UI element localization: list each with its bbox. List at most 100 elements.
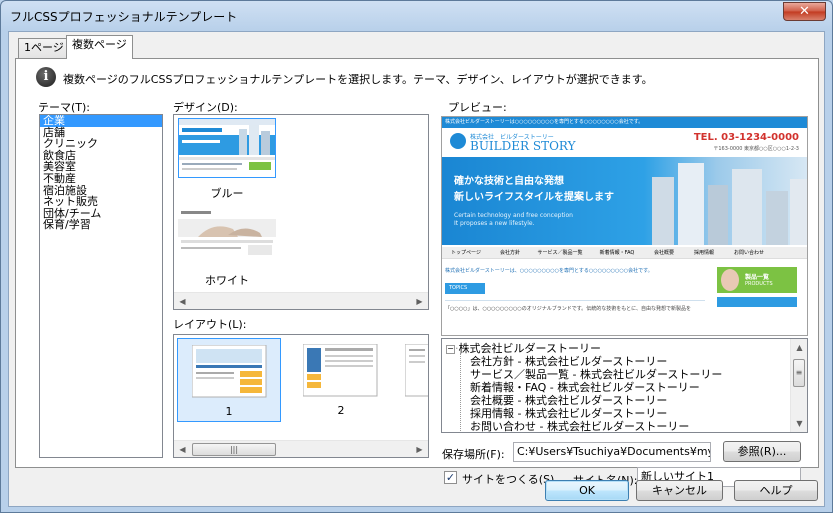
layout-label-2: 2 <box>337 404 345 417</box>
close-button[interactable]: ✕ <box>783 2 826 21</box>
tree-item-label: 採用情報 - 株式会社ビルダーストーリー <box>470 407 668 420</box>
design-item-blue[interactable]: ブルー <box>178 118 276 202</box>
page-tree[interactable]: −·株式会社ビルダーストーリー 会社方針 - 株式会社ビルダーストーリー サービ… <box>441 338 808 433</box>
layout-label: レイアウト(L): <box>173 318 247 331</box>
design-white-image <box>178 207 276 265</box>
tree-item[interactable]: 会社方針 - 株式会社ビルダーストーリー <box>446 355 786 368</box>
tree-root-label: 株式会社ビルダーストーリー <box>458 342 601 355</box>
layout-item-2[interactable]: 2 <box>289 338 393 422</box>
preview-nav-item: 採用情報 <box>693 250 714 256</box>
create-site-checkbox[interactable]: ✓ <box>444 471 457 484</box>
scroll-thumb[interactable]: ||| <box>192 443 276 456</box>
tree-item-label: サービス／製品一覧 - 株式会社ビルダーストーリー <box>470 368 723 381</box>
design-blue-image <box>179 119 275 170</box>
scroll-right-icon[interactable]: ▶ <box>411 293 428 309</box>
theme-label: テーマ(T): <box>38 101 91 114</box>
tree-item[interactable]: サービス／製品一覧 - 株式会社ビルダーストーリー <box>446 368 786 381</box>
tree-item[interactable]: 採用情報 - 株式会社ビルダーストーリー <box>446 407 786 420</box>
preview-side-banner-label: 製品一覧 <box>745 274 770 281</box>
theme-item[interactable]: ネット販売 <box>40 196 162 208</box>
theme-item[interactable]: 保育/学習 <box>40 219 162 231</box>
preview-nav-item: 新着情報・FAQ <box>599 250 635 256</box>
design-hscrollbar[interactable]: ◀ ▶ <box>174 292 428 309</box>
theme-item[interactable]: 不動産 <box>40 173 162 185</box>
layout-3-image <box>405 344 428 397</box>
design-thumbnail <box>178 207 276 265</box>
preview-nav-item: 会社概要 <box>653 250 674 256</box>
tree-item[interactable]: 会社概要 - 株式会社ビルダーストーリー <box>446 394 786 407</box>
preview-side-banner: 製品一覧 PRODUCTS <box>717 267 797 293</box>
theme-listbox[interactable]: 企業 店舗 クリニック 飲食店 美容室 不動産 宿泊施設 ネット販売 団体/チー… <box>39 114 163 458</box>
layout-1-image <box>192 345 267 398</box>
theme-item[interactable]: 企業 <box>40 115 162 127</box>
preview-person-icon <box>721 269 739 291</box>
scroll-up-icon[interactable]: ▲ <box>791 339 807 356</box>
window-title: フルCSSプロフェッショナルテンプレート <box>10 10 238 24</box>
layout-label-1: 1 <box>225 405 233 418</box>
design-thumbnail <box>178 118 276 178</box>
design-listbox[interactable]: ブルー ホワイト ◀ ▶ <box>173 114 429 310</box>
scroll-right-icon[interactable]: ▶ <box>411 441 428 457</box>
tree-item-label: 会社概要 - 株式会社ビルダーストーリー <box>470 394 668 407</box>
layout-hscrollbar[interactable]: ◀ ||| ▶ <box>174 440 428 457</box>
scroll-left-icon[interactable]: ◀ <box>174 441 191 457</box>
dialog-window: フルCSSプロフェッショナルテンプレート ✕ 1ページ 複数ページ i 複数ペー… <box>0 0 833 513</box>
ok-button[interactable]: OK <box>545 480 629 501</box>
info-text: 複数ページのフルCSSプロフェッショナルテンプレートを選択します。テーマ、デザイ… <box>63 73 653 86</box>
preview-top-strip: 株式会社ビルダーストーリーは○○○○○○○○○を専門とする○○○○○○○○会社で… <box>442 117 807 128</box>
preview-tel: TEL. 03-1234-0000 <box>693 132 799 143</box>
preview-divider <box>445 300 705 301</box>
tree-item[interactable]: 新着情報・FAQ - 株式会社ビルダーストーリー <box>446 381 786 394</box>
preview-address: 〒163-0000 東京都○○区○○○1-2-3 <box>713 146 799 152</box>
preview-intro: 株式会社ビルダーストーリーは、○○○○○○○○○を専門とする○○○○○○○○○会… <box>445 268 653 274</box>
design-label-white: ホワイト <box>205 274 249 287</box>
preview-image: 株式会社ビルダーストーリーは○○○○○○○○○を専門とする○○○○○○○○会社で… <box>441 116 808 336</box>
cancel-button[interactable]: キャンセル <box>636 480 723 501</box>
tree-root[interactable]: −·株式会社ビルダーストーリー <box>446 342 786 355</box>
layout-2-image <box>303 344 378 397</box>
design-label: デザイン(D): <box>173 101 238 114</box>
design-item-white[interactable]: ホワイト <box>178 207 276 291</box>
preview-nav-item: トップページ <box>451 250 481 256</box>
tree-item[interactable]: お問い合わせ - 株式会社ビルダーストーリー <box>446 420 786 433</box>
tree-item-label: 会社方針 - 株式会社ビルダーストーリー <box>470 355 668 368</box>
tree-vscrollbar[interactable]: ▲ ≡ ▼ <box>790 339 807 432</box>
preview-topics: TOPICS <box>445 283 485 294</box>
preview-nav-item: サービス／製品一覧 <box>537 250 583 256</box>
preview-buildings <box>652 163 807 245</box>
page-tree-content: −·株式会社ビルダーストーリー 会社方針 - 株式会社ビルダーストーリー サービ… <box>446 342 786 433</box>
preview-hero-en2: It proposes a new lifestyle. <box>454 220 535 227</box>
create-site-label[interactable]: サイトをつくる(S) <box>462 471 554 487</box>
layout-listbox[interactable]: 1 2 ◀ ||| ▶ <box>173 334 429 458</box>
preview-body-text: 「○○○○」は、○○○○○○○○○のオリジナルブランドです。伝統的な技術をもとに… <box>445 306 691 312</box>
browse-button[interactable]: 参照(R)... <box>723 441 801 462</box>
preview-label: プレビュー: <box>448 101 507 114</box>
save-location-input[interactable]: C:¥Users¥Tsuchiya¥Documents¥mysite <box>513 442 711 462</box>
preview-side-banner-en: PRODUCTS <box>745 281 773 287</box>
layout-item-1[interactable]: 1 <box>177 338 281 422</box>
preview-nav: トップページ 会社方針 サービス／製品一覧 新着情報・FAQ 会社概要 採用情報 お問い合わ… <box>442 247 807 259</box>
dialog-client: 1ページ 複数ページ i 複数ページのフルCSSプロフェッショナルテンプレートを… <box>8 31 825 507</box>
info-icon: i <box>36 67 56 87</box>
help-button[interactable]: ヘルプ <box>734 480 818 501</box>
layout-item-3[interactable] <box>401 338 428 422</box>
preview-hero: 確かな技術と自由な発想 新しいライフスタイルを提案します Certain tec… <box>442 157 807 245</box>
design-label-blue: ブルー <box>210 187 244 200</box>
tree-item-label: お問い合わせ - 株式会社ビルダーストーリー <box>470 420 690 433</box>
preview-brand: BUILDER STORY <box>470 139 576 153</box>
tree-collapse-icon[interactable]: − <box>446 344 455 354</box>
scroll-thumb[interactable]: ≡ <box>793 359 805 387</box>
title-bar[interactable]: フルCSSプロフェッショナルテンプレート ✕ <box>1 1 832 31</box>
scroll-left-icon[interactable]: ◀ <box>174 293 191 309</box>
tab-panel-multi-page: i 複数ページのフルCSSプロフェッショナルテンプレートを選択します。テーマ、デ… <box>15 58 819 487</box>
save-location-label: 保存場所(F): <box>442 448 505 461</box>
tree-item-label: 新着情報・FAQ - 株式会社ビルダーストーリー <box>470 381 700 394</box>
tab-multi-page[interactable]: 複数ページ <box>66 35 133 59</box>
scroll-down-icon[interactable]: ▼ <box>791 415 807 432</box>
tab-single-page[interactable]: 1ページ <box>18 38 70 58</box>
preview-hero-en1: Certain technology and free conception <box>454 212 573 219</box>
preview-hero-line2: 新しいライフスタイルを提案します <box>454 192 614 203</box>
preview-side-banner-2 <box>717 297 797 307</box>
preview-nav-item: 会社方針 <box>499 250 520 256</box>
preview-nav-item: お問い合わせ <box>733 250 764 256</box>
